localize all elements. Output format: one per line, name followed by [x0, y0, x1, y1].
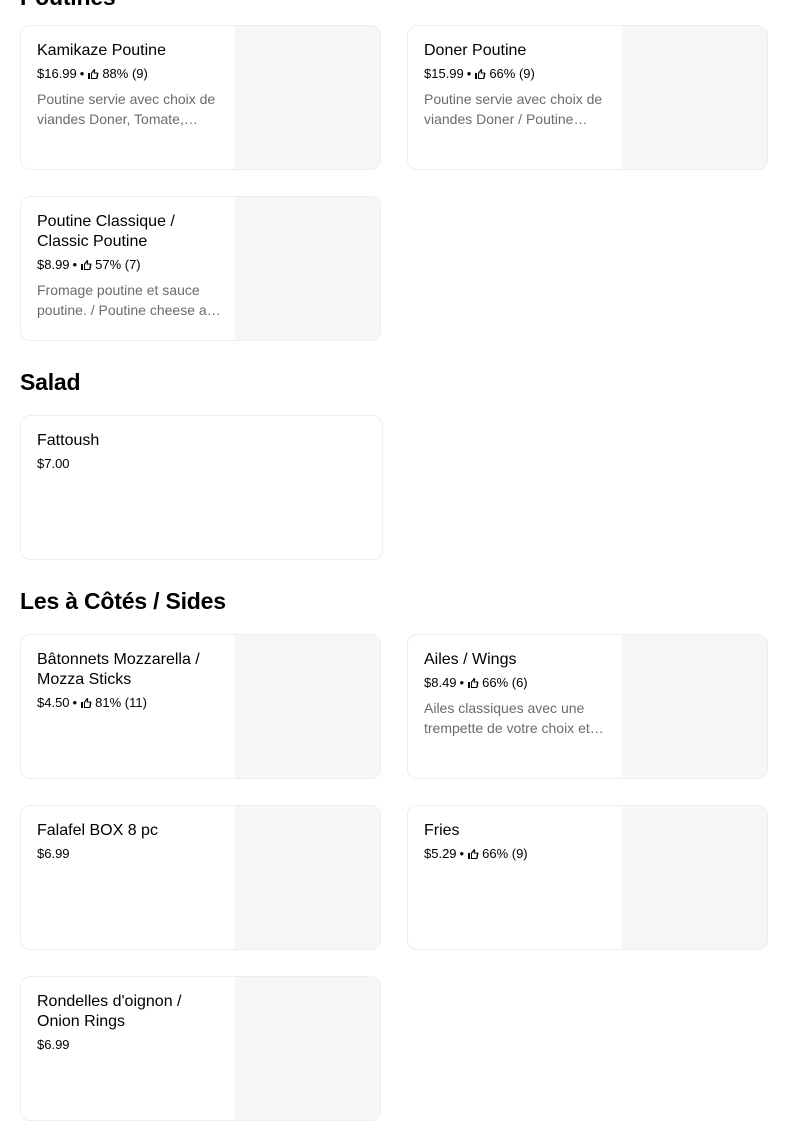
section-title-salad: Salad	[20, 369, 81, 395]
item-rating: 57% (7)	[95, 257, 141, 272]
menu-item-info: Falafel BOX 8 pc $6.99	[37, 821, 225, 863]
section-title-sides: Les à Côtés / Sides	[20, 588, 226, 614]
item-name: Bâtonnets Mozzarella / Mozza Sticks	[37, 651, 200, 688]
menu-item-info: Doner Poutine $15.99 • 66% (9) Poutine s…	[424, 41, 612, 129]
item-meta: $6.99	[37, 1036, 225, 1054]
item-price: $16.99	[37, 66, 77, 81]
menu-item-info: Rondelles d'oignon / Onion Rings $6.99	[37, 992, 225, 1054]
item-price: $4.50	[37, 695, 70, 710]
menu-item-info: Ailes / Wings $8.49 • 66% (6) Ailes clas…	[424, 650, 612, 738]
item-name: Falafel BOX 8 pc	[37, 822, 158, 839]
menu-item-doner-poutine[interactable]: Doner Poutine $15.99 • 66% (9) Poutine s…	[407, 25, 768, 170]
menu-item-info: Bâtonnets Mozzarella / Mozza Sticks $4.5…	[37, 650, 225, 712]
item-name: Kamikaze Poutine	[37, 42, 166, 59]
section-title-poutines: Poutines	[20, 0, 116, 12]
item-price: $8.99	[37, 257, 70, 272]
item-rating: 66% (9)	[489, 66, 535, 81]
menu-item-info: Fries $5.29 • 66% (9)	[424, 821, 612, 863]
item-meta: $15.99 • 66% (9)	[424, 65, 612, 83]
item-name: Fattoush	[37, 432, 100, 449]
menu-item-onion-rings[interactable]: Rondelles d'oignon / Onion Rings $6.99	[20, 976, 381, 1121]
item-meta: $5.29 • 66% (9)	[424, 845, 612, 863]
menu-item-wings[interactable]: Ailes / Wings $8.49 • 66% (6) Ailes clas…	[407, 634, 768, 779]
thumbs-up-icon	[468, 849, 479, 859]
item-name: Doner Poutine	[424, 42, 527, 59]
item-rating: 66% (6)	[482, 675, 528, 690]
item-image	[235, 635, 380, 778]
item-meta: $8.99 • 57% (7)	[37, 256, 225, 274]
separator: •	[72, 695, 78, 710]
item-meta: $7.00	[37, 455, 357, 473]
item-price: $6.99	[37, 1037, 70, 1052]
item-image	[235, 977, 380, 1120]
item-price: $6.99	[37, 846, 70, 861]
item-image	[622, 806, 767, 949]
item-meta: $4.50 • 81% (11)	[37, 694, 225, 712]
thumbs-up-icon	[468, 678, 479, 688]
item-description: Poutine servie avec choix de viandes Don…	[37, 91, 216, 127]
item-meta: $8.49 • 66% (6)	[424, 674, 612, 692]
separator: •	[72, 257, 78, 272]
item-price: $15.99	[424, 66, 464, 81]
item-description: Ailes classiques avec une trempette de v…	[424, 700, 590, 736]
menu-item-info: Poutine Classique / Classic Poutine $8.9…	[37, 212, 225, 320]
separator: •	[459, 846, 465, 861]
item-name: Fries	[424, 822, 460, 839]
menu-item-info: Fattoush $7.00	[37, 431, 357, 473]
item-name: Poutine Classique / Classic Poutine	[37, 213, 175, 250]
separator: •	[459, 675, 465, 690]
item-rating: 66% (9)	[482, 846, 528, 861]
separator: •	[79, 66, 85, 81]
item-image	[622, 26, 767, 169]
item-image	[235, 806, 380, 949]
item-image	[235, 197, 380, 340]
item-meta: $6.99	[37, 845, 225, 863]
menu-item-kamikaze-poutine[interactable]: Kamikaze Poutine $16.99 • 88% (9) Poutin…	[20, 25, 381, 170]
menu-item-fries[interactable]: Fries $5.29 • 66% (9)	[407, 805, 768, 950]
menu-item-classic-poutine[interactable]: Poutine Classique / Classic Poutine $8.9…	[20, 196, 381, 341]
item-description: Fromage poutine et sauce poutine. / Pout…	[37, 282, 223, 318]
item-image	[235, 26, 380, 169]
item-image	[622, 635, 767, 778]
item-rating: 88% (9)	[102, 66, 148, 81]
menu-item-mozza-sticks[interactable]: Bâtonnets Mozzarella / Mozza Sticks $4.5…	[20, 634, 381, 779]
separator: •	[466, 66, 472, 81]
item-meta: $16.99 • 88% (9)	[37, 65, 225, 83]
menu-item-info: Kamikaze Poutine $16.99 • 88% (9) Poutin…	[37, 41, 225, 129]
item-price: $8.49	[424, 675, 457, 690]
item-name: Ailes / Wings	[424, 651, 517, 668]
thumbs-up-icon	[81, 698, 92, 708]
menu-item-fattoush[interactable]: Fattoush $7.00	[20, 415, 383, 560]
item-rating: 81% (11)	[95, 695, 147, 710]
item-price: $7.00	[37, 456, 70, 471]
menu-item-falafel-box[interactable]: Falafel BOX 8 pc $6.99	[20, 805, 381, 950]
item-name: Rondelles d'oignon / Onion Rings	[37, 993, 182, 1030]
item-price: $5.29	[424, 846, 457, 861]
thumbs-up-icon	[81, 260, 92, 270]
item-description: Poutine servie avec choix de viandes Don…	[424, 91, 603, 127]
thumbs-up-icon	[475, 69, 486, 79]
thumbs-up-icon	[88, 69, 99, 79]
